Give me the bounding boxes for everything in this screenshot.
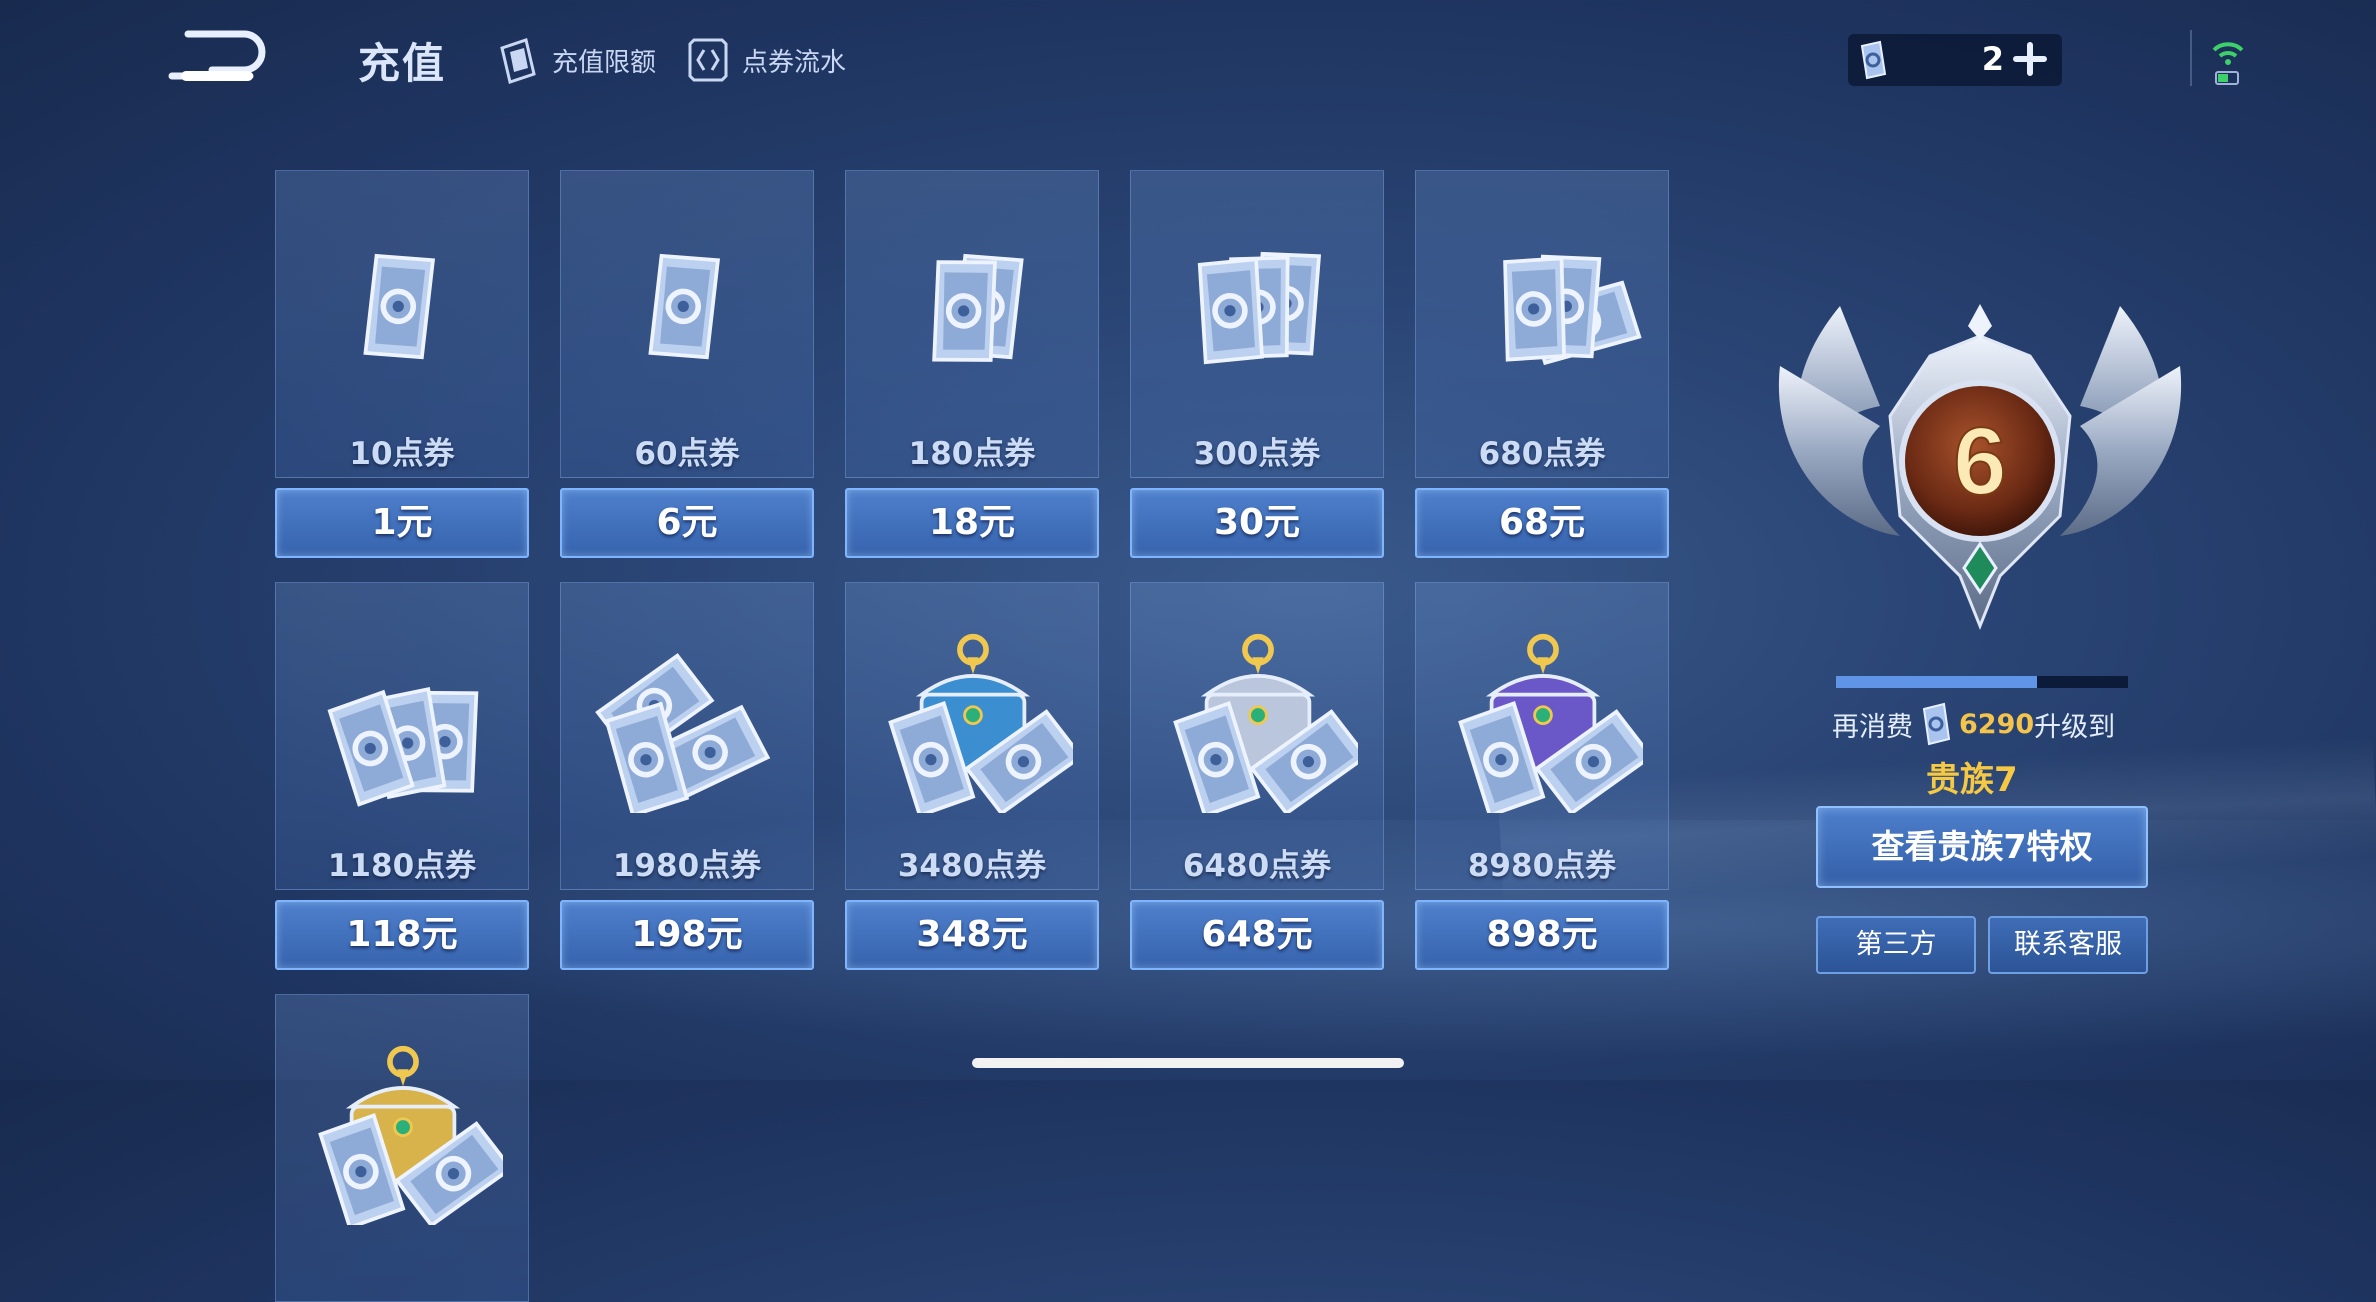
package-tile[interactable]: 680点券 68元 [1415,170,1669,558]
coupon-icon [1860,40,1887,80]
contact-support-button[interactable]: 联系客服 [1988,916,2148,974]
package-card[interactable]: 3480点券 [845,582,1099,890]
price-button[interactable]: 1元 [275,488,529,558]
package-amount: 10点券 [349,436,455,472]
view-privileges-button[interactable]: 查看贵族7特权 [1816,806,2148,888]
coupon-pack-icon [1458,633,1643,813]
coupon-pack-icon [1503,254,1642,366]
price-button[interactable]: 118元 [275,900,529,970]
price-button[interactable]: 648元 [1130,900,1384,970]
wifi-battery-icon [2212,42,2244,85]
page-title: 充值 [358,39,447,88]
noble-progress-bar [1836,676,2128,688]
recharge-limit-label: 充值限额 [552,47,657,78]
price-button[interactable]: 30元 [1130,488,1384,558]
package-tile[interactable]: 1180点券 118元 [275,582,529,970]
recharge-limit-link[interactable]: 充值限额 [496,36,656,84]
coupon-pack-icon [595,653,771,813]
divider [2190,30,2192,86]
coupon-pack-icon [1197,251,1322,365]
package-tile[interactable]: 180点券 18元 [845,170,1099,558]
package-card[interactable]: 6480点券 [1130,582,1384,890]
package-tile[interactable]: 1980点券 198元 [560,582,814,970]
package-tile[interactable]: 6480点券 648元 [1130,582,1384,970]
coupon-pack-icon [363,253,436,360]
package-amount: 300点券 [1193,436,1321,472]
coupon-pack-icon [318,1045,503,1225]
third-party-button[interactable]: 第三方 [1816,916,1976,974]
package-amount: 8980点券 [1467,848,1617,884]
price-button[interactable]: 898元 [1415,900,1669,970]
package-card[interactable]: 1980点券 [560,582,814,890]
package-tile[interactable]: 300点券 30元 [1130,170,1384,558]
package-amount: 3480点券 [897,848,1047,884]
upgrade-prefix: 再消费 [1832,711,1913,743]
ledger-icon [688,38,728,82]
noble-progress-fill [1836,676,2038,688]
price-button[interactable]: 68元 [1415,488,1669,558]
coupon-ledger-link[interactable]: 点券流水 [686,36,846,84]
home-indicator[interactable] [972,1058,1404,1068]
package-card[interactable]: 8980点券 [1415,582,1669,890]
coupon-ledger-label: 点券流水 [742,47,847,78]
price-button[interactable]: 348元 [845,900,1099,970]
package-tile[interactable]: 10点券 1元 [275,170,529,558]
coupon-pack-icon [932,253,1024,362]
upgrade-info: 再消费 6290 升级到 [1832,702,2115,746]
package-card[interactable]: 680点券 [1415,170,1669,478]
coupon-balance: 2 [1848,34,2062,86]
back-arrow-icon[interactable] [166,28,266,84]
package-amount: 6480点券 [1182,848,1332,884]
coupon-pack-icon [1173,633,1358,813]
package-card[interactable] [275,994,529,1302]
package-tile[interactable] [275,994,529,1302]
coupon-pack-icon [327,686,479,807]
package-amount: 180点券 [908,436,1036,472]
package-amount: 1980点券 [612,848,762,884]
package-card[interactable]: 1180点券 [275,582,529,890]
add-coupon-icon[interactable] [2010,37,2050,81]
package-tile[interactable]: 8980点券 898元 [1415,582,1669,970]
noble-level-number: 6 [1953,408,2006,515]
package-card[interactable]: 300点券 [1130,170,1384,478]
package-amount: 1180点券 [327,848,477,884]
price-button[interactable]: 18元 [845,488,1099,558]
noble-rank-emblem: 6 [1778,304,2182,631]
upgrade-suffix: 升级到 [2034,711,2116,743]
balance-value: 2 [1981,40,2004,78]
upgrade-amount: 6290 [1959,708,2035,740]
package-card[interactable]: 60点券 [560,170,814,478]
package-tile[interactable]: 60点券 6元 [560,170,814,558]
coupon-pack-icon [888,633,1073,813]
package-amount: 60点券 [634,436,740,472]
next-noble-level: 贵族7 [1926,760,2018,800]
package-card[interactable]: 10点券 [275,170,529,478]
package-card[interactable]: 180点券 [845,170,1099,478]
package-amount: 680点券 [1478,436,1606,472]
coupon-icon [1922,702,1951,746]
card-icon [500,38,536,84]
price-button[interactable]: 6元 [560,488,814,558]
package-tile[interactable]: 3480点券 348元 [845,582,1099,970]
price-button[interactable]: 198元 [560,900,814,970]
coupon-pack-icon [648,253,721,360]
